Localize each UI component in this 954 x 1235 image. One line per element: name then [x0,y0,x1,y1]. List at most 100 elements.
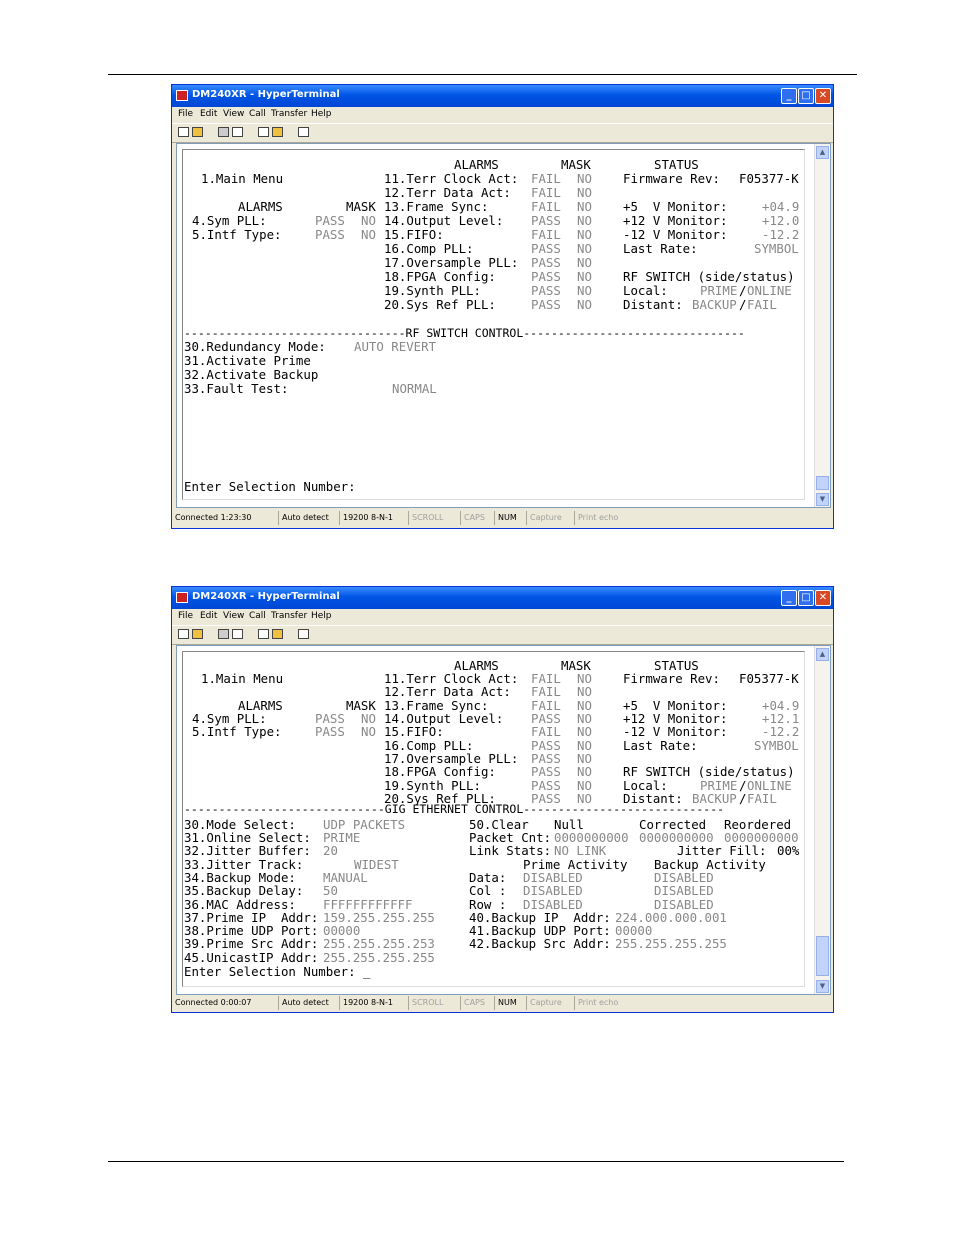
scroll-down-arrow-icon[interactable]: ▼ [816,493,829,506]
main-menu-item: 1.Main Menu [201,171,284,186]
local-status: ONLINE [747,283,792,298]
scroll-thumb[interactable] [816,936,829,976]
minus12v-value: -12.2 [762,724,800,739]
connect-icon[interactable] [218,629,229,639]
app-icon [176,592,188,603]
local-side: PRIME [700,283,738,298]
status-bar: Connected 0:00:07 Auto detect 19200 8-N-… [172,996,833,1012]
status-num: NUM [494,511,517,525]
open-icon[interactable] [192,629,203,639]
alarm-row-alarm: PASS [531,213,561,228]
new-icon[interactable] [178,127,189,137]
status-detect: Auto detect [278,511,329,525]
selection-prompt[interactable]: Enter Selection Number: [184,480,356,494]
intf-type-mask: NO [361,227,376,242]
receive-icon[interactable] [272,629,283,639]
alarm-row-alarm: PASS [531,255,561,270]
title-bar[interactable]: DM240XR - HyperTerminal _ □ ✕ [172,587,833,609]
vertical-scrollbar[interactable]: ▲ ▼ [814,646,830,994]
terminal-screen[interactable]: 1.Main Menu ALARMS MASK 4.Sym PLL: PASS … [182,149,805,500]
main-menu-item: 1.Main Menu [201,671,284,686]
intf-type-label: 5.Intf Type: [192,724,282,739]
alarm-row-label: 13.Frame Sync: [384,199,489,214]
selection-prompt[interactable]: Enter Selection Number: _ [184,965,371,979]
backup-src-addr-value: 255.255.255.255 [615,936,727,951]
alarm-row-mask: NO [577,297,592,312]
new-icon[interactable] [178,629,189,639]
menu-call[interactable]: Call [249,109,266,119]
hyperterminal-window-rf-switch: DM240XR - HyperTerminal _ □ ✕ File Edit … [171,84,834,529]
menu-call[interactable]: Call [249,611,266,621]
receive-icon[interactable] [272,127,283,137]
disconnect-icon[interactable] [232,629,243,639]
status-detect: Auto detect [278,996,329,1010]
terminal-screen[interactable]: 1.Main Menu ALARMS MASK 4.Sym PLL: PASS … [182,651,805,987]
unicast-ip-value: 255.255.255.255 [323,950,435,965]
close-button[interactable]: ✕ [815,88,831,104]
connect-icon[interactable] [218,127,229,137]
status-print-echo: Print echo [574,511,618,525]
minus12v-label: -12 V Monitor: [623,724,728,739]
alarm-row-mask: NO [577,255,592,270]
jitter-fill-value: 00% [777,843,800,858]
menu-file[interactable]: File [178,611,193,621]
menu-view[interactable]: View [223,109,244,119]
menu-edit[interactable]: Edit [200,109,217,119]
alarm-row-mask: NO [577,171,592,186]
minus12v-label: -12 V Monitor: [623,227,728,242]
col-backup-value: DISABLED [654,883,714,898]
alarm-row-label: 19.Synth PLL: [384,283,481,298]
menu-view[interactable]: View [223,611,244,621]
minimize-button[interactable]: _ [781,88,797,104]
plus5v-value: +04.9 [762,199,800,214]
close-button[interactable]: ✕ [815,590,831,606]
page-header-rule [108,74,857,75]
scroll-down-arrow-icon[interactable]: ▼ [816,980,829,993]
prime-src-addr-value: 255.255.255.253 [323,936,435,951]
status-scroll: SCROLL [408,511,443,525]
alarm-row-mask: NO [577,185,592,200]
minimize-button[interactable]: _ [781,590,797,606]
distant-label: Distant: [623,297,683,312]
send-icon[interactable] [258,127,269,137]
send-icon[interactable] [258,629,269,639]
alarm-row-label: 15.FIFO: [384,227,444,242]
scroll-thumb[interactable] [816,476,829,490]
menu-bar: File Edit View Call Transfer Help [172,609,833,625]
properties-icon[interactable] [298,629,309,639]
local-label: Local: [623,283,668,298]
toolbar [172,625,833,645]
alarm-row-label: 18.FPGA Config: [384,269,496,284]
alarm-row-alarm: FAIL [531,185,561,200]
alarm-row-label: 15.FIFO: [384,724,444,739]
properties-icon[interactable] [298,127,309,137]
status-connected: Connected 0:00:07 [175,998,252,1007]
vertical-scrollbar[interactable]: ▲ ▼ [814,144,830,507]
maximize-button[interactable]: □ [798,88,814,104]
rf-switch-header: RF SWITCH (side/status) [623,269,795,284]
menu-file[interactable]: File [178,109,193,119]
sym-pll-alarm: PASS [315,213,345,228]
alarm-row-label: 20.Sys Ref PLL: [384,297,496,312]
toolbar [172,123,833,143]
alarm-row-alarm: PASS [531,764,561,779]
menu-help[interactable]: Help [311,109,332,119]
maximize-button[interactable]: □ [798,590,814,606]
menu-transfer[interactable]: Transfer [271,109,307,119]
link-stats-label: Link Stats: [469,843,552,858]
alarm-row-label: 16.Comp PLL: [384,241,474,256]
scroll-up-arrow-icon[interactable]: ▲ [816,146,829,159]
last-rate-label: Last Rate: [623,241,698,256]
alarm-row-alarm: FAIL [531,171,561,186]
disconnect-icon[interactable] [232,127,243,137]
title-bar[interactable]: DM240XR - HyperTerminal _ □ ✕ [172,85,833,107]
menu-transfer[interactable]: Transfer [271,611,307,621]
menu-help[interactable]: Help [311,611,332,621]
open-icon[interactable] [192,127,203,137]
scroll-up-arrow-icon[interactable]: ▲ [816,648,829,661]
menu-edit[interactable]: Edit [200,611,217,621]
status-num: NUM [494,996,517,1010]
alarm-row-alarm: PASS [531,283,561,298]
mask-header-2: MASK [561,157,591,172]
prime-src-addr-label: 39.Prime Src Addr: [184,936,319,951]
